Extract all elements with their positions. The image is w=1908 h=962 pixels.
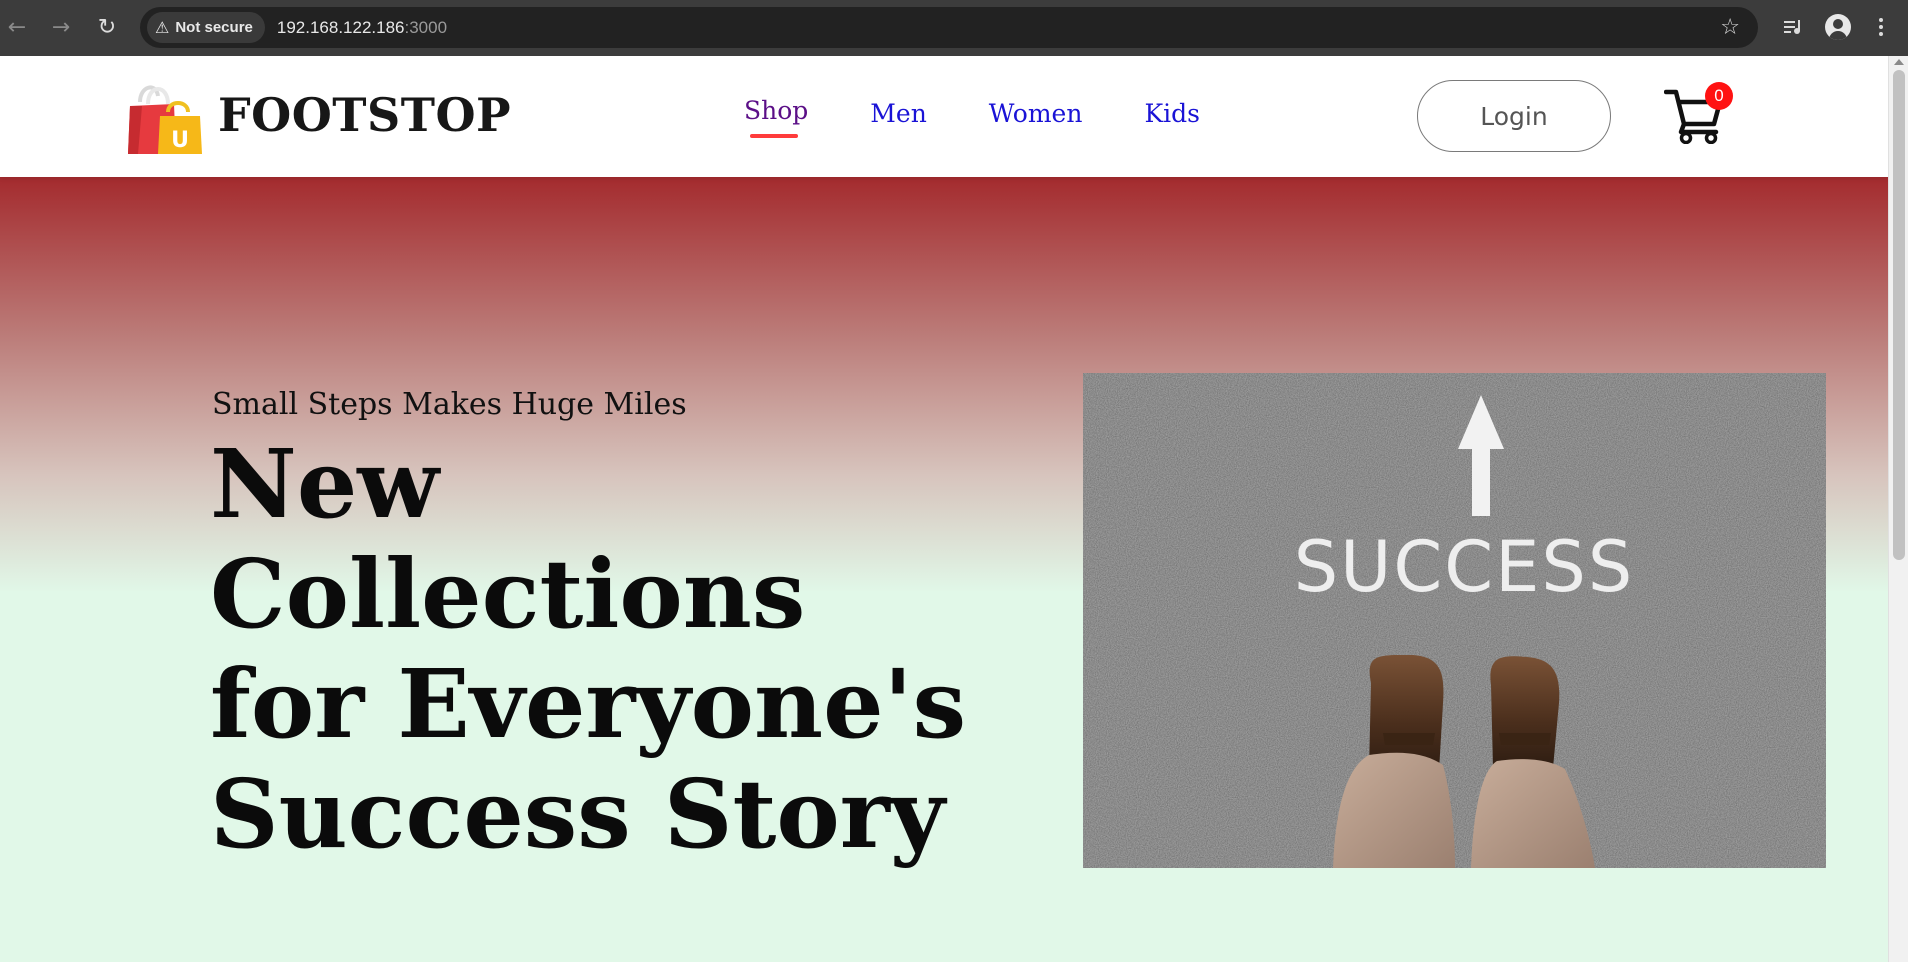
page-viewport: Small Steps Makes Huge Miles New Collect… [0,56,1888,962]
menu-item-label: Shop [744,96,809,125]
menu-item-label: Kids [1144,99,1200,128]
image-success-text: SUCCESS [1294,526,1635,608]
menu-item-men[interactable]: Men [870,99,927,128]
more-menu-icon[interactable] [1866,12,1896,42]
menu-item-label: Women [988,99,1083,128]
security-chip[interactable]: ⚠ Not secure [147,12,265,43]
shopping-bag-logo-icon[interactable]: U [128,82,202,154]
scroll-up-arrow-icon[interactable] [1894,59,1904,65]
media-queue-icon[interactable] [1778,12,1808,42]
scroll-thumb[interactable] [1893,70,1905,560]
browser-toolbar: ← → ↻ ⚠ Not secure 192.168.122.186:3000 … [0,0,1908,56]
hero-tagline: Small Steps Makes Huge Miles [212,387,687,422]
star-icon[interactable]: ☆ [1720,15,1740,40]
menu-item-kids[interactable]: Kids [1144,99,1200,128]
headline-line: New [210,429,440,540]
login-button[interactable]: Login [1417,80,1611,152]
asphalt-ground [1083,373,1826,868]
reload-icon[interactable]: ↻ [92,12,122,42]
hero-headline: New Collections for Everyone's Success S… [210,429,967,870]
forward-arrow-icon[interactable]: → [46,12,76,42]
url-text[interactable]: 192.168.122.186:3000 [277,18,447,38]
hero-section: Small Steps Makes Huge Miles New Collect… [0,177,1888,962]
active-underline [750,134,798,138]
main-menu: Shop Men Women Kids [744,96,1262,138]
page-scrollbar[interactable] [1888,56,1908,962]
menu-item-women[interactable]: Women [989,99,1083,128]
brand-name[interactable]: FOOTSTOP [218,88,511,142]
url-host: 192.168.122.186 [276,17,405,37]
profile-icon[interactable] [1823,12,1853,42]
headline-line: for Everyone's [210,649,967,760]
url-port: :3000 [404,17,448,37]
menu-item-shop[interactable]: Shop [744,96,809,138]
back-arrow-icon[interactable]: ← [2,12,32,42]
security-label: Not secure [175,19,253,36]
menu-item-label: Men [870,99,927,128]
logo-letter: U [171,128,189,153]
avatar [1825,14,1851,40]
headline-line: Collections [210,539,806,650]
warning-icon: ⚠ [155,18,170,37]
address-bar[interactable]: ⚠ Not secure 192.168.122.186:3000 ☆ [140,7,1758,48]
site-navbar: U FOOTSTOP Shop Men Women Kids Login 0 [0,56,1888,177]
hero-image-success-shoes: SUCCESS [1083,373,1826,868]
cart-count-badge: 0 [1705,82,1733,110]
headline-line: Success Story [210,759,945,870]
